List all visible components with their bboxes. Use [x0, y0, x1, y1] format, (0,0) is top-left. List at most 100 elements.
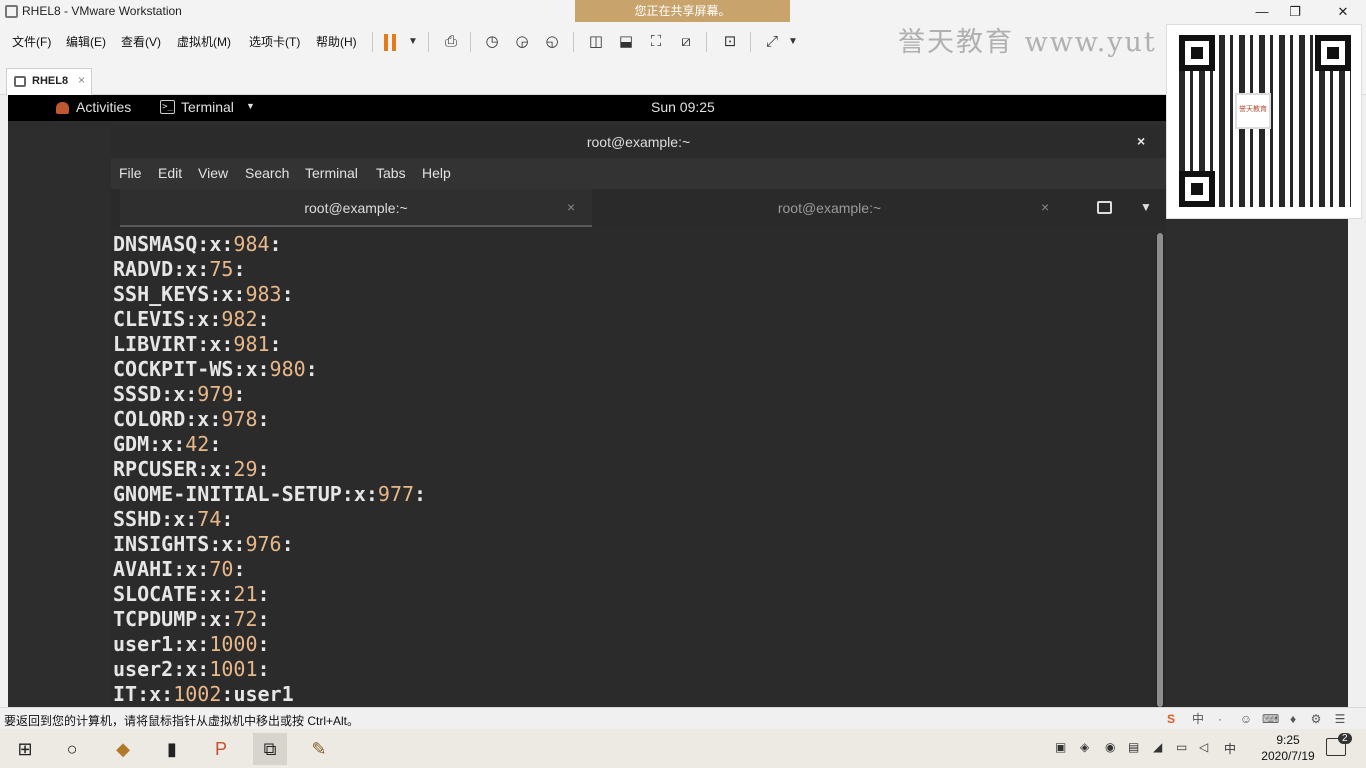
screen-share-banner[interactable]: 您正在共享屏幕。 — [575, 0, 790, 22]
close-button[interactable]: ✕ — [1328, 2, 1358, 22]
clock[interactable]: Sun 09:25 — [651, 99, 715, 115]
menu-edit[interactable]: 编辑(E) — [66, 33, 106, 50]
terminal-line: LIBVIRT:x:981: — [113, 332, 282, 356]
ime-mode-icon[interactable]: 中 — [1190, 711, 1206, 727]
terminal-line: INSIGHTS:x:976: — [113, 532, 294, 556]
snapshot-icon[interactable]: ◷ — [481, 31, 503, 53]
group-id: 74 — [197, 507, 222, 531]
vmware-tabbar: RHEL8 × — [0, 60, 1366, 95]
powerpoint-icon[interactable]: P — [204, 733, 238, 765]
group-name: DNSMASQ — [113, 232, 198, 256]
menu-help[interactable]: 帮助(H) — [316, 33, 357, 50]
term-menu-edit[interactable]: Edit — [158, 165, 182, 181]
paint-icon[interactable]: ✎ — [302, 733, 336, 765]
terminal-output[interactable]: DNSMASQ:x:984: RADVD:x:75: SSH_KEYS:x:983:… — [111, 227, 1154, 707]
terminal-headerbar: root@example:~ × — [111, 125, 1166, 158]
gnome-topbar: Activities >_ Terminal ▼ Sun 09:25 — [8, 95, 1348, 121]
group-name: SSH_KEYS — [113, 282, 210, 306]
chevron-down-icon[interactable]: ▼ — [246, 101, 255, 111]
stretch-guest-icon[interactable]: ⤢ — [761, 31, 783, 53]
group-id: 29 — [233, 457, 258, 481]
scrollbar-thumb[interactable] — [1157, 233, 1163, 707]
app-package-icon[interactable]: ◆ — [106, 733, 140, 765]
qr-code-card: 誉天教育 — [1166, 24, 1362, 219]
terminal-line: TCPDUMP:x:72: — [113, 607, 270, 631]
terminal-close-icon[interactable]: × — [1137, 133, 1145, 149]
windows-taskbar: ⊞ ○ ◆ ▮ P ⧉ ✎ ▣ ◈ ◉ ▤ ◢ ▭ ◁ 中 9:25 2020/… — [0, 729, 1366, 768]
notification-count-badge: 2 — [1338, 733, 1352, 744]
toolbox-icon[interactable]: ☰ — [1332, 711, 1348, 727]
app-file-icon[interactable]: ▮ — [155, 733, 189, 765]
term-menu-tabs[interactable]: Tabs — [376, 165, 406, 181]
terminal-scrollbar[interactable] — [1156, 233, 1164, 707]
vmware-statusbar: 要返回到您的计算机，请将鼠标指针从虚拟机中移出或按 Ctrl+Alt。 S 中 … — [0, 707, 1366, 729]
pause-icon[interactable] — [384, 34, 398, 51]
tray-app-icon[interactable]: ◉ — [1105, 740, 1115, 754]
emoji-icon[interactable]: ☺ — [1238, 711, 1254, 727]
sogou-ime-icon[interactable]: S — [1163, 711, 1179, 727]
group-id: 976 — [245, 532, 282, 556]
term-menu-view[interactable]: View — [198, 165, 228, 181]
send-ctrl-alt-del-icon[interactable]: ⎙ — [440, 31, 462, 53]
activities-button[interactable]: Activities — [76, 99, 131, 115]
snapshot-manager-icon[interactable]: ◵ — [541, 31, 563, 53]
terminal-line: RPCUSER:x:29: — [113, 457, 270, 481]
search-cortana-icon[interactable]: ○ — [55, 733, 89, 765]
battery-icon[interactable]: ▭ — [1176, 740, 1187, 754]
menu-file[interactable]: 文件(F) — [12, 33, 51, 50]
vmware-taskbar-icon[interactable]: ⧉ — [253, 733, 287, 765]
app-menu[interactable]: Terminal — [181, 99, 234, 115]
window-title: RHEL8 - VMware Workstation — [22, 4, 182, 18]
vm-icon — [14, 76, 26, 87]
terminal-tab-1[interactable]: root@example:~ × — [120, 189, 592, 227]
term-menu-file[interactable]: File — [119, 165, 142, 181]
close-tab-icon[interactable]: × — [567, 199, 575, 215]
menu-vm[interactable]: 虚拟机(M) — [177, 33, 231, 50]
punctuation-icon[interactable]: · — [1212, 711, 1228, 727]
vmware-logo-icon — [5, 5, 18, 18]
start-windows-icon[interactable]: ⊞ — [8, 733, 42, 765]
menu-tabs[interactable]: 选项卡(T) — [249, 33, 300, 50]
thumbnail-view-icon[interactable]: ⬓ — [615, 31, 637, 53]
taskbar-clock[interactable]: 9:25 2020/7/19 — [1258, 732, 1318, 764]
terminal-app-icon: >_ — [160, 100, 175, 114]
guest-desktop[interactable]: Activities >_ Terminal ▼ Sun 09:25 root@… — [8, 95, 1348, 707]
revert-snapshot-icon[interactable]: ◶ — [511, 31, 533, 53]
menu-view[interactable]: 查看(V) — [121, 33, 161, 50]
vm-tab-close-icon[interactable]: × — [78, 73, 85, 87]
wifi-icon[interactable]: ◢ — [1153, 740, 1162, 754]
close-tab-icon[interactable]: × — [1041, 199, 1049, 215]
tray-app-icon[interactable]: ◈ — [1080, 740, 1089, 754]
toolbar-separator — [372, 32, 373, 52]
terminal-tab-2[interactable]: root@example:~ × — [593, 189, 1066, 227]
new-tab-icon[interactable] — [1097, 201, 1112, 214]
group-id: 981 — [233, 332, 270, 356]
term-menu-search[interactable]: Search — [245, 165, 289, 181]
tray-app-icon[interactable]: ▤ — [1128, 740, 1139, 754]
group-name: user2 — [113, 657, 174, 681]
unity-icon[interactable]: ⧄ — [675, 31, 697, 53]
fullscreen-icon[interactable]: ⛶ — [645, 31, 667, 53]
group-name: RADVD — [113, 257, 174, 281]
vm-tab-rhel8[interactable]: RHEL8 × — [6, 68, 92, 95]
chevron-down-icon[interactable]: ▼ — [1140, 200, 1152, 214]
keyboard-icon[interactable]: ♦ — [1285, 711, 1301, 727]
qr-finder-pattern — [1179, 171, 1215, 207]
terminal-line: DNSMASQ:x:984: — [113, 232, 282, 256]
term-menu-help[interactable]: Help — [422, 165, 451, 181]
library-view-icon[interactable]: ◫ — [585, 31, 607, 53]
ime-indicator[interactable]: 中 — [1224, 740, 1236, 757]
console-view-icon[interactable]: ⊡ — [719, 31, 741, 53]
tray-app-icon[interactable]: ▣ — [1055, 740, 1066, 754]
terminal-title: root@example:~ — [586, 134, 691, 150]
terminal-line: user1:x:1000: — [113, 632, 270, 656]
pause-dropdown-icon[interactable]: ▼ — [402, 31, 424, 53]
term-menu-terminal[interactable]: Terminal — [305, 165, 358, 181]
stretch-dropdown-icon[interactable]: ▼ — [782, 31, 804, 53]
terminal-window[interactable]: root@example:~ × File Edit View Search T… — [111, 125, 1166, 707]
skin-icon[interactable]: ⚙ — [1308, 711, 1324, 727]
voice-icon[interactable]: ⌨ — [1262, 711, 1279, 727]
minimize-button[interactable]: — — [1247, 2, 1277, 22]
volume-icon[interactable]: ◁ — [1199, 740, 1208, 754]
maximize-button[interactable]: ❐ — [1280, 2, 1310, 22]
